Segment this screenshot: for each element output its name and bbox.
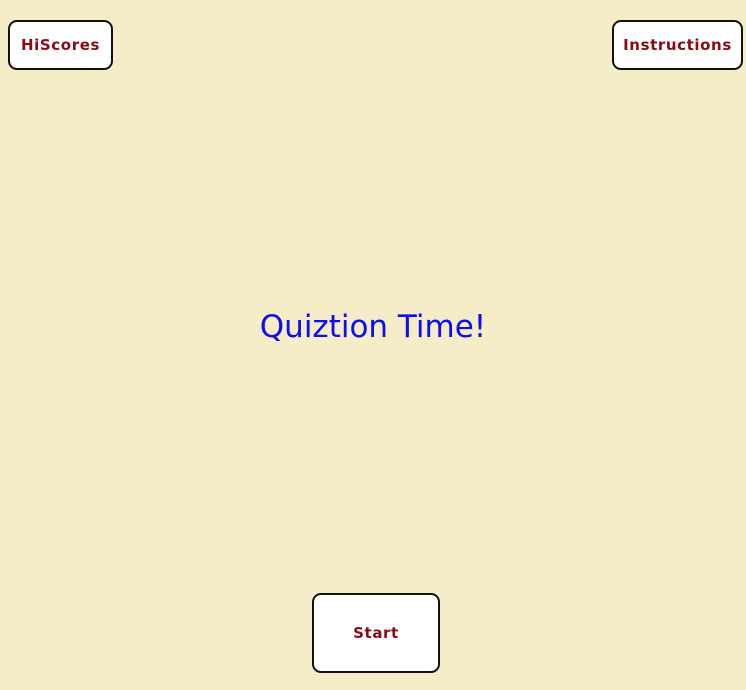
start-button[interactable]: Start [312, 593, 440, 673]
instructions-button[interactable]: Instructions [612, 20, 743, 70]
page-title: Quiztion Time! [259, 309, 487, 345]
hiscores-button[interactable]: HiScores [8, 20, 113, 70]
quiz-start-screen: HiScores Instructions Quiztion Time! Sta… [0, 0, 746, 690]
